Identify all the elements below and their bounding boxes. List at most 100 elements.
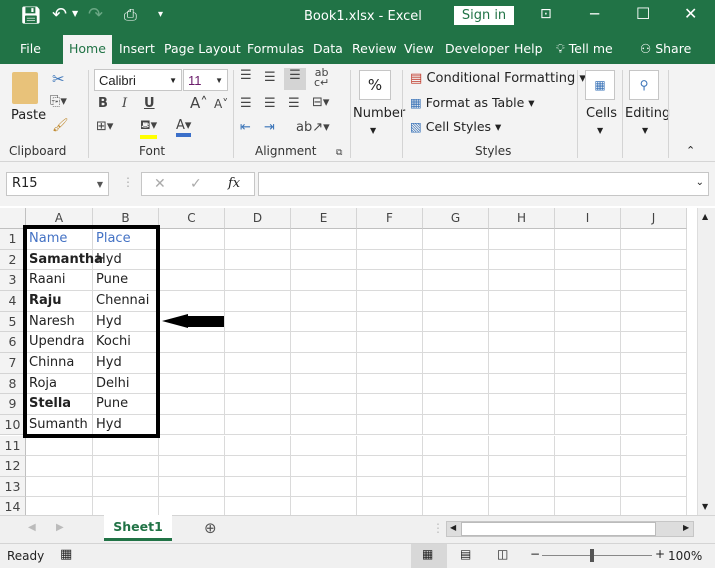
cell-H4[interactable] <box>489 290 555 312</box>
wrap-text-icon[interactable]: ab c↵ <box>314 67 329 88</box>
scroll-thumb[interactable] <box>461 522 656 536</box>
cell-C4[interactable] <box>159 290 225 312</box>
borders-icon[interactable]: ⊞▾ <box>96 119 113 134</box>
cell-A12[interactable] <box>26 456 93 477</box>
cell-styles-button[interactable]: ▧ Cell Styles ▾ <box>410 119 501 134</box>
tab-formulas[interactable]: Formulas <box>247 41 304 56</box>
cell-F10[interactable] <box>357 414 423 436</box>
cell-F12[interactable] <box>357 456 423 477</box>
vertical-scrollbar[interactable]: ▲ ▼ <box>697 208 715 515</box>
tab-page-layout[interactable]: Page Layout <box>164 41 241 56</box>
cell-J13[interactable] <box>621 476 687 498</box>
cell-J2[interactable] <box>621 249 687 271</box>
cell-H7[interactable] <box>489 352 555 374</box>
cell-D14[interactable] <box>225 497 291 515</box>
macro-record-icon[interactable]: ▦ <box>60 547 72 562</box>
tab-file[interactable]: File <box>20 41 41 56</box>
row-header-12[interactable]: 12 <box>0 456 26 477</box>
increase-indent-icon[interactable]: ⇥ <box>264 120 275 135</box>
cell-F14[interactable] <box>357 497 423 515</box>
decrease-indent-icon[interactable]: ⇤ <box>240 120 251 135</box>
cell-I6[interactable] <box>555 332 621 353</box>
top-align-icon[interactable]: ☰ <box>240 68 252 83</box>
cell-I14[interactable] <box>555 497 621 515</box>
cell-J9[interactable] <box>621 394 687 415</box>
cell-C8[interactable] <box>159 373 225 395</box>
maximize-button[interactable]: ☐ <box>636 4 650 23</box>
row-header-13[interactable]: 13 <box>0 476 26 498</box>
dialog-launcher-icon[interactable]: ⧉ <box>336 148 342 158</box>
cell-D5[interactable] <box>225 311 291 333</box>
cell-C6[interactable] <box>159 332 225 353</box>
zoom-slider-thumb[interactable] <box>590 549 594 562</box>
cell-J6[interactable] <box>621 332 687 353</box>
next-sheet-icon[interactable]: ▶ <box>56 522 64 533</box>
cell-C3[interactable] <box>159 270 225 291</box>
cells-button[interactable]: Cells <box>586 106 617 121</box>
cell-H14[interactable] <box>489 497 555 515</box>
cell-G5[interactable] <box>423 311 489 333</box>
decrease-font-size-icon[interactable]: A˅ <box>214 97 228 111</box>
cell-J14[interactable] <box>621 497 687 515</box>
align-center-icon[interactable]: ☰ <box>264 96 276 111</box>
cell-E7[interactable] <box>291 352 357 374</box>
cell-C10[interactable] <box>159 414 225 436</box>
cell-D7[interactable] <box>225 352 291 374</box>
search-icon[interactable]: ⚲ <box>629 70 659 100</box>
cell-C13[interactable] <box>159 476 225 498</box>
cell-C14[interactable] <box>159 497 225 515</box>
cell-G8[interactable] <box>423 373 489 395</box>
tab-developer[interactable]: Developer <box>445 41 509 56</box>
cell-D8[interactable] <box>225 373 291 395</box>
cell-J4[interactable] <box>621 290 687 312</box>
cell-E1[interactable] <box>291 229 357 250</box>
increase-font-size-icon[interactable]: A˄ <box>190 94 208 112</box>
cell-G7[interactable] <box>423 352 489 374</box>
font-size-dropdown[interactable]: 11 ▼ <box>183 69 228 91</box>
cell-D12[interactable] <box>225 456 291 477</box>
cell-H3[interactable] <box>489 270 555 291</box>
cells-icon[interactable]: ▦ <box>585 70 615 100</box>
tab-help[interactable]: Help <box>514 41 543 56</box>
cell-E3[interactable] <box>291 270 357 291</box>
zoom-out-button[interactable]: − <box>530 547 540 561</box>
tab-insert[interactable]: Insert <box>119 41 155 56</box>
cell-H6[interactable] <box>489 332 555 353</box>
cell-D2[interactable] <box>225 249 291 271</box>
number-group-label[interactable]: Number <box>353 106 405 121</box>
cell-E14[interactable] <box>291 497 357 515</box>
cell-G10[interactable] <box>423 414 489 436</box>
column-header-C[interactable]: C <box>159 208 225 229</box>
cell-B13[interactable] <box>93 476 159 498</box>
cell-E4[interactable] <box>291 290 357 312</box>
cell-G2[interactable] <box>423 249 489 271</box>
tab-data[interactable]: Data <box>313 41 343 56</box>
row-header-11[interactable]: 11 <box>0 435 26 457</box>
cell-E10[interactable] <box>291 414 357 436</box>
column-header-J[interactable]: J <box>621 208 687 229</box>
ribbon-display-options-icon[interactable]: ⊡ <box>540 6 552 22</box>
cell-F11[interactable] <box>357 435 423 457</box>
undo-dropdown-icon[interactable]: ▼ <box>72 9 78 18</box>
cell-H11[interactable] <box>489 435 555 457</box>
cell-E12[interactable] <box>291 456 357 477</box>
cell-F1[interactable] <box>357 229 423 250</box>
cell-J3[interactable] <box>621 270 687 291</box>
cell-I12[interactable] <box>555 456 621 477</box>
paste-icon[interactable] <box>12 72 38 104</box>
cell-G9[interactable] <box>423 394 489 415</box>
sheet-tab-sheet1[interactable]: Sheet1 <box>104 515 172 541</box>
cell-H10[interactable] <box>489 414 555 436</box>
cut-icon[interactable]: ✂ <box>52 70 65 88</box>
minimize-button[interactable]: ─ <box>590 5 599 23</box>
cell-H5[interactable] <box>489 311 555 333</box>
collapse-ribbon-icon[interactable]: ⌃ <box>686 144 695 157</box>
cell-D6[interactable] <box>225 332 291 353</box>
cell-A14[interactable] <box>26 497 93 515</box>
cell-G14[interactable] <box>423 497 489 515</box>
middle-align-icon[interactable]: ☰ <box>264 70 276 85</box>
close-button[interactable]: ✕ <box>684 4 697 23</box>
italic-button[interactable]: I <box>122 96 127 111</box>
cell-I11[interactable] <box>555 435 621 457</box>
cell-J10[interactable] <box>621 414 687 436</box>
